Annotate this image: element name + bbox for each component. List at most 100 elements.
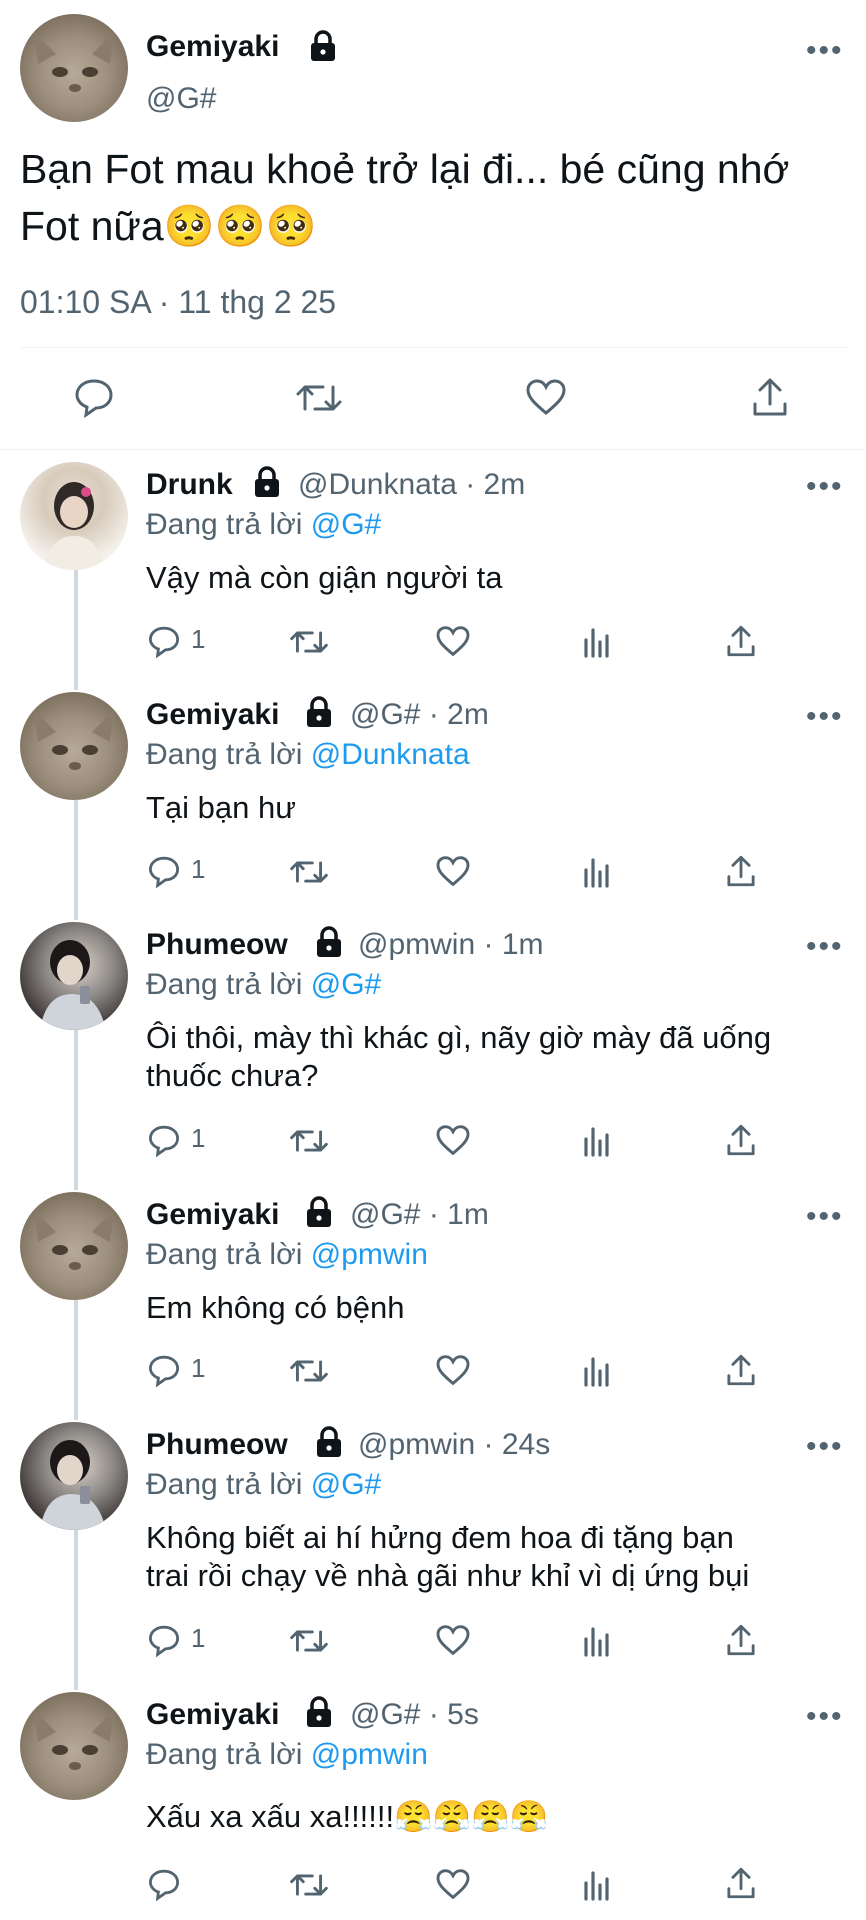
analytics-icon[interactable] xyxy=(582,1869,612,1901)
reply-avatar[interactable] xyxy=(20,462,128,570)
reply-icon[interactable] xyxy=(148,1354,180,1388)
replying-mention-link[interactable]: @G# xyxy=(311,508,381,541)
share-icon[interactable] xyxy=(726,1866,756,1900)
more-options-icon[interactable]: ••• xyxy=(806,700,844,734)
share-icon[interactable] xyxy=(726,1353,756,1387)
reply-avatar[interactable] xyxy=(20,1422,128,1530)
reply-icon[interactable] xyxy=(148,625,180,659)
reply-icon[interactable] xyxy=(148,1624,180,1658)
like-icon[interactable] xyxy=(436,1125,470,1156)
lock-icon xyxy=(317,1426,341,1457)
more-options-icon[interactable]: ••• xyxy=(806,930,844,964)
replying-mention-link[interactable]: @Dunknata xyxy=(311,738,470,771)
reply-display-name[interactable]: Gemiyaki xyxy=(146,1198,279,1232)
reply-count: 1 xyxy=(191,854,206,884)
retweet-icon[interactable] xyxy=(290,1869,328,1901)
reply-icon[interactable] xyxy=(74,377,114,419)
analytics-icon[interactable] xyxy=(582,1355,612,1387)
reply-time: · 2m xyxy=(428,698,489,731)
reply-handle[interactable]: @G# xyxy=(350,1198,420,1231)
reply-avatar[interactable] xyxy=(20,922,128,1030)
lock-icon xyxy=(307,1696,331,1727)
reply-text: Không biết ai hí hửng đem hoa đi tặng bạ… xyxy=(146,1520,734,1555)
reply-handle-time: @G# · 2m xyxy=(350,698,489,732)
more-options-icon[interactable]: ••• xyxy=(806,34,844,68)
person-avatar-icon xyxy=(44,482,104,570)
replying-mention-link[interactable]: @pmwin xyxy=(311,1238,428,1271)
like-icon[interactable] xyxy=(436,1355,470,1386)
reply-handle[interactable]: @pmwin xyxy=(358,1428,475,1461)
person-avatar-icon xyxy=(40,1440,106,1530)
analytics-icon[interactable] xyxy=(582,856,612,888)
retweet-icon[interactable] xyxy=(296,379,342,417)
more-options-icon[interactable]: ••• xyxy=(806,1700,844,1734)
reply-avatar[interactable] xyxy=(20,692,128,800)
analytics-icon[interactable] xyxy=(582,1125,612,1157)
reply-time: · 1m xyxy=(483,928,544,961)
replying-label: Đang trả lời xyxy=(146,738,303,771)
reply-handle-time: @pmwin · 1m xyxy=(358,928,544,962)
reply-handle-time: @pmwin · 24s xyxy=(358,1428,550,1462)
reply-avatar[interactable] xyxy=(20,1192,128,1300)
reply-handle[interactable]: @Dunknata xyxy=(298,468,457,501)
reply-display-name[interactable]: Gemiyaki xyxy=(146,1698,279,1732)
reply-icon[interactable] xyxy=(148,855,180,889)
more-options-icon[interactable]: ••• xyxy=(806,1200,844,1234)
cat-face-icon xyxy=(34,710,114,770)
reply-display-name[interactable]: Phumeow xyxy=(146,1428,288,1462)
like-icon[interactable] xyxy=(436,1625,470,1656)
reply-time: · 5s xyxy=(428,1698,479,1731)
replying-mention-link[interactable]: @G# xyxy=(311,1468,381,1501)
share-icon[interactable] xyxy=(726,1623,756,1657)
reply-icon[interactable] xyxy=(148,1124,180,1158)
reply-text: Ôi thôi, mày thì khác gì, nãy giờ mày đã… xyxy=(146,1020,772,1055)
reply-display-name[interactable]: Drunk xyxy=(146,468,233,502)
replying-label: Đang trả lời xyxy=(146,968,303,1001)
lock-icon xyxy=(311,30,335,61)
analytics-icon[interactable] xyxy=(582,626,612,658)
replying-to: Đang trả lời @G# xyxy=(146,1468,381,1502)
reply-display-name[interactable]: Phumeow xyxy=(146,928,288,962)
reply-avatar[interactable] xyxy=(20,1692,128,1800)
divider xyxy=(20,347,846,348)
retweet-icon[interactable] xyxy=(290,626,328,658)
retweet-icon[interactable] xyxy=(290,856,328,888)
replying-to: Đang trả lời @Dunknata xyxy=(146,738,470,772)
replying-to: Đang trả lời @pmwin xyxy=(146,1238,428,1272)
reply-icon[interactable] xyxy=(148,1868,180,1902)
reply-handle[interactable]: @G# xyxy=(350,1698,420,1731)
like-icon[interactable] xyxy=(436,856,470,887)
like-icon[interactable] xyxy=(526,379,566,415)
reply-text: thuốc chưa? xyxy=(146,1058,319,1093)
like-icon[interactable] xyxy=(436,1869,470,1900)
more-options-icon[interactable]: ••• xyxy=(806,1430,844,1464)
share-icon[interactable] xyxy=(726,624,756,658)
lock-icon xyxy=(307,696,331,727)
retweet-icon[interactable] xyxy=(290,1355,328,1387)
main-timestamp: 01:10 SA · 11 thg 2 25 xyxy=(20,284,337,320)
main-handle[interactable]: @G# xyxy=(146,82,216,116)
reply-text: Vậy mà còn giận người ta xyxy=(146,560,503,595)
more-options-icon[interactable]: ••• xyxy=(806,470,844,504)
reply-text: Tại bạn hư xyxy=(146,790,297,825)
replying-to: Đang trả lời @pmwin xyxy=(146,1738,428,1772)
analytics-icon[interactable] xyxy=(582,1625,612,1657)
share-icon[interactable] xyxy=(726,1123,756,1157)
retweet-icon[interactable] xyxy=(290,1125,328,1157)
reply-display-name[interactable]: Gemiyaki xyxy=(146,698,279,732)
cat-face-icon xyxy=(34,1710,114,1770)
main-display-name[interactable]: Gemiyaki xyxy=(146,30,279,64)
replying-label: Đang trả lời xyxy=(146,1738,303,1771)
like-icon[interactable] xyxy=(436,626,470,657)
reply-handle[interactable]: @G# xyxy=(350,698,420,731)
share-icon[interactable] xyxy=(726,854,756,888)
reply-count: 1 xyxy=(191,624,206,654)
replying-mention-link[interactable]: @pmwin xyxy=(311,1738,428,1771)
share-icon[interactable] xyxy=(752,376,788,418)
reply-handle[interactable]: @pmwin xyxy=(358,928,475,961)
reply-count: 1 xyxy=(191,1123,206,1153)
retweet-icon[interactable] xyxy=(290,1625,328,1657)
replying-mention-link[interactable]: @G# xyxy=(311,968,381,1001)
main-avatar[interactable] xyxy=(20,14,128,122)
thread-line xyxy=(74,1030,78,1190)
